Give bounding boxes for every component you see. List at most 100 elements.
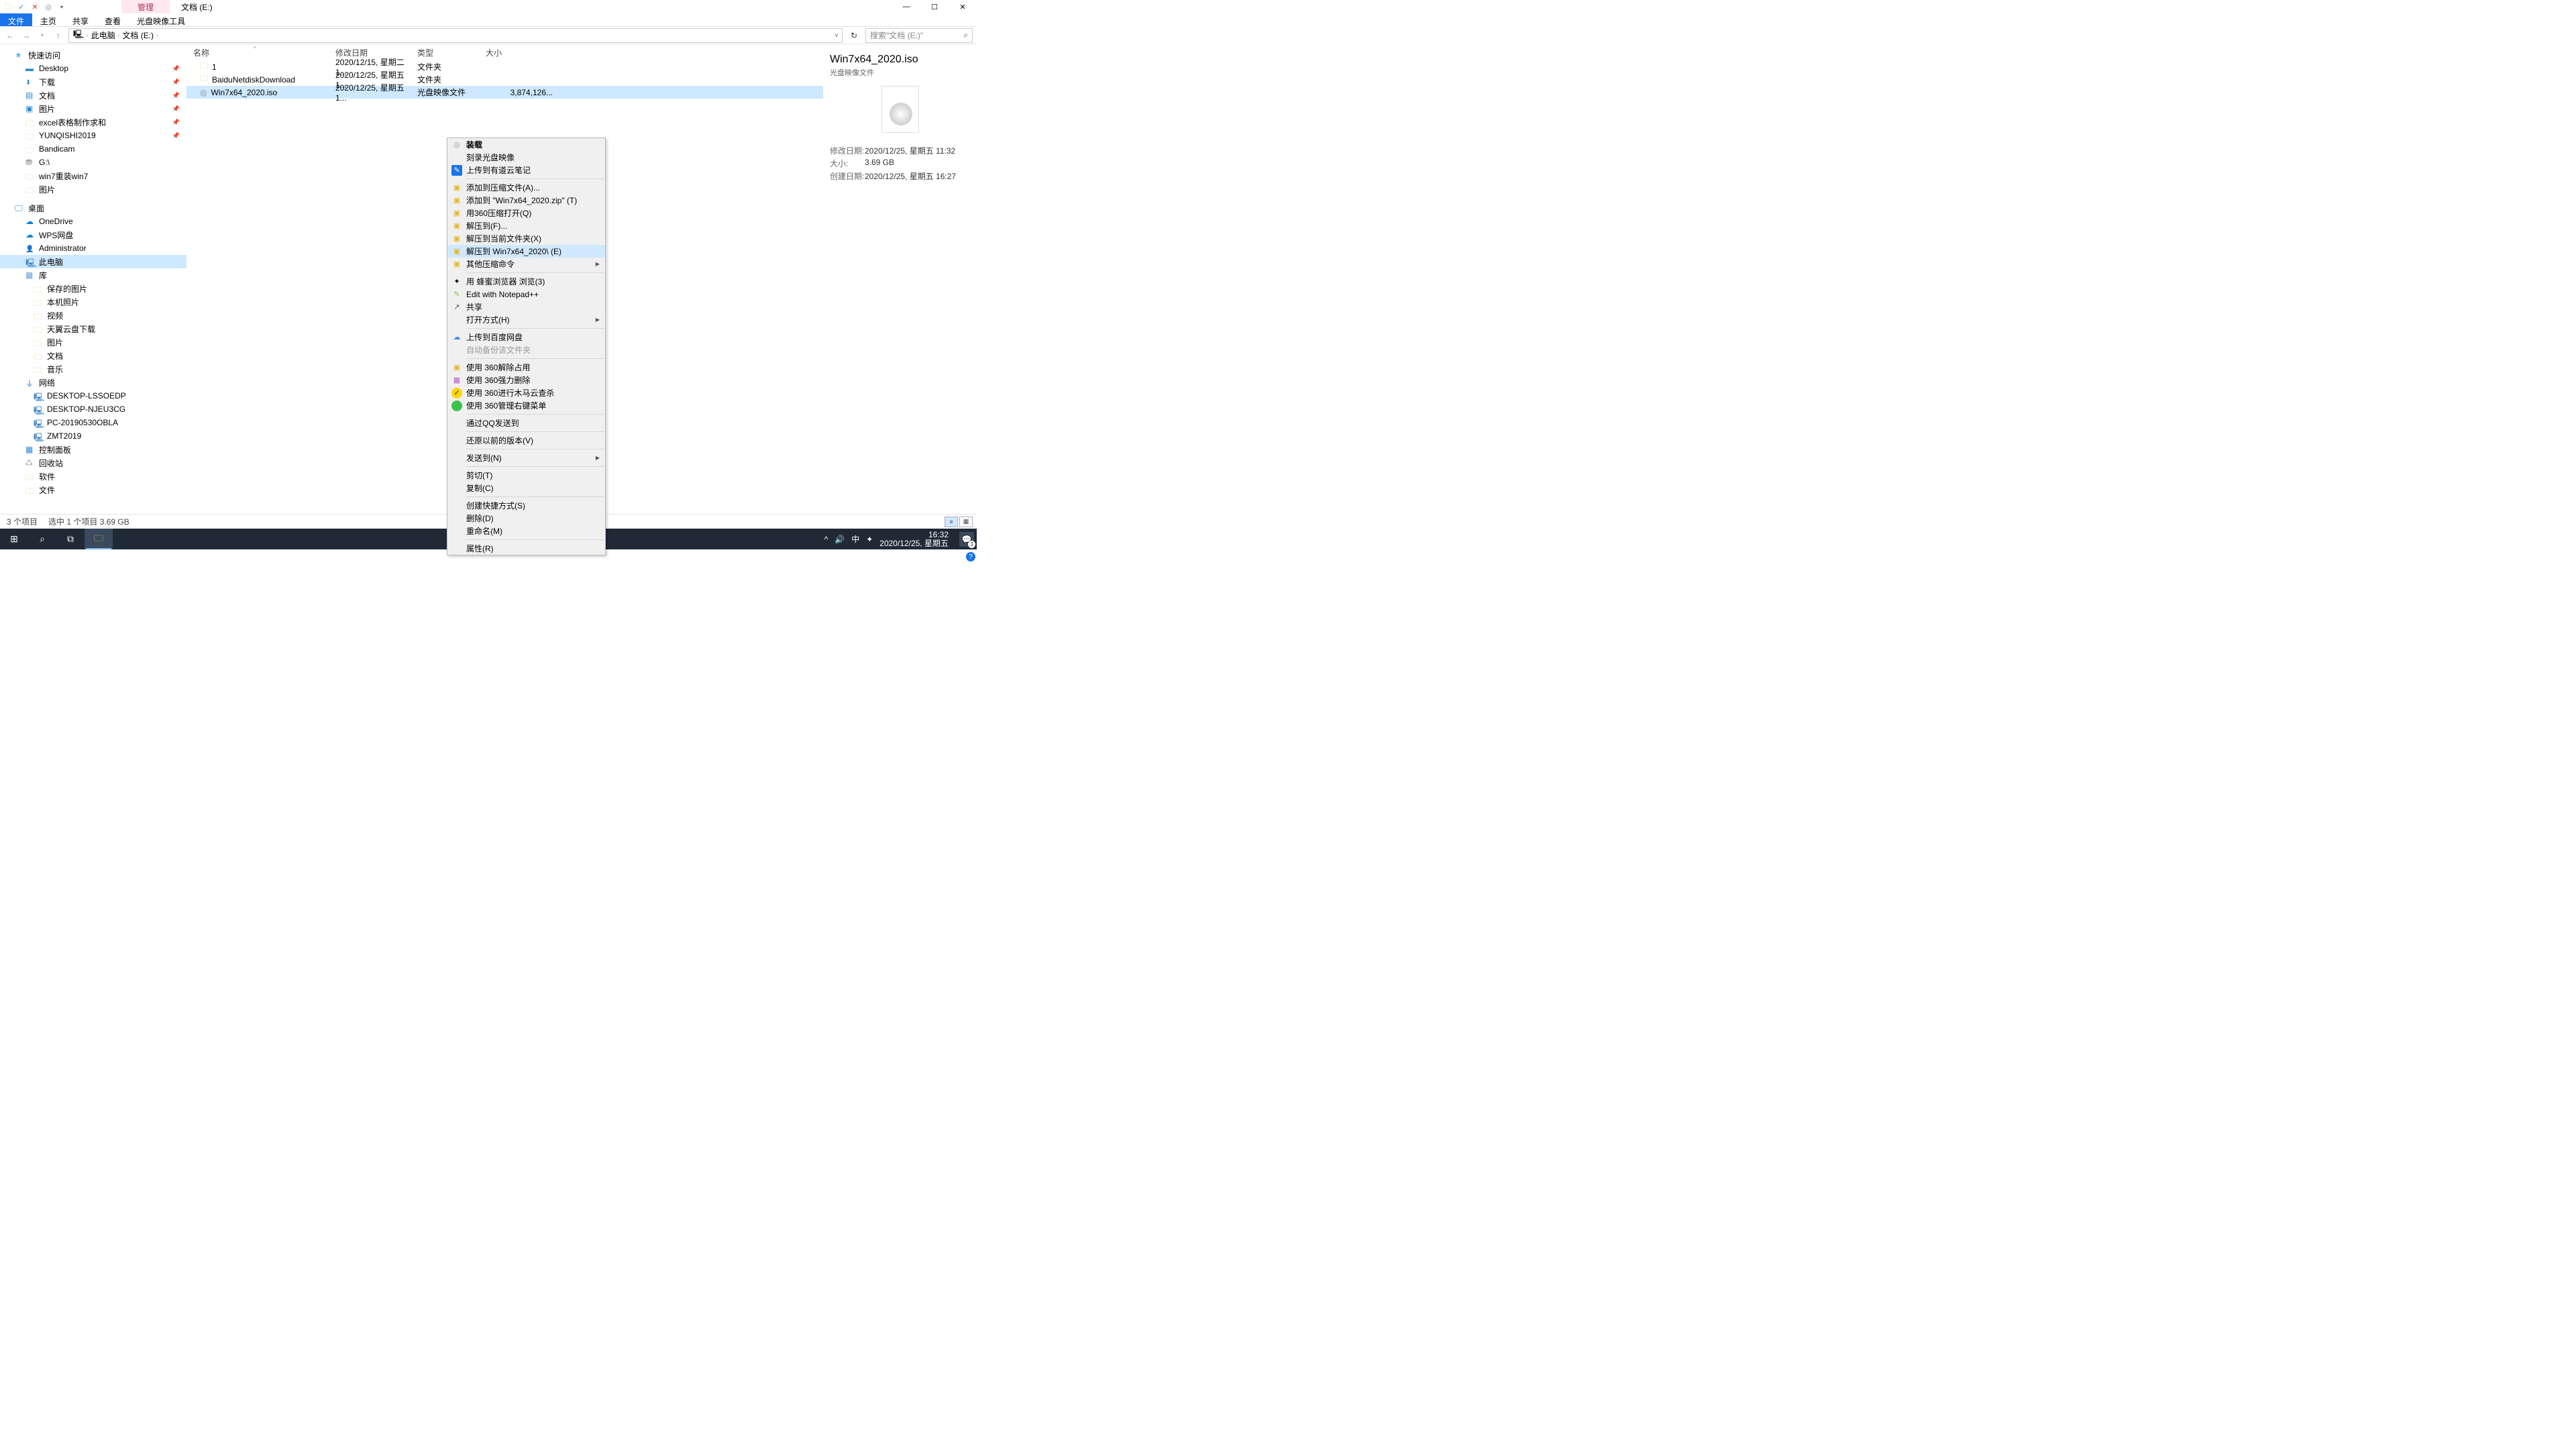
nav-item[interactable]: 天翼云盘下载 bbox=[0, 322, 186, 335]
tray-volume-icon[interactable]: 🔊 bbox=[835, 535, 845, 544]
qat-dropdown-icon[interactable]: ▾ bbox=[56, 1, 67, 12]
crumb-dropdown-icon[interactable]: v bbox=[835, 32, 838, 38]
search-icon[interactable]: ⌕ bbox=[963, 30, 968, 40]
taskbar-clock[interactable]: 16:32 2020/12/25, 星期五 bbox=[879, 531, 953, 548]
context-menu-item[interactable]: ☁上传到百度网盘 bbox=[447, 331, 605, 343]
context-menu-item[interactable]: 创建快捷方式(S) bbox=[447, 499, 605, 512]
ribbon-tab-file[interactable]: 文件 bbox=[0, 13, 32, 26]
nav-forward-button[interactable]: → bbox=[20, 31, 32, 40]
qat-folder-icon[interactable]: 🗀 bbox=[3, 1, 13, 12]
crumb-this-pc[interactable]: 此电脑 bbox=[91, 30, 115, 41]
col-name[interactable]: 名称^ bbox=[186, 47, 335, 58]
nav-item[interactable]: G:\ bbox=[0, 156, 186, 169]
refresh-button[interactable]: ↻ bbox=[847, 31, 861, 40]
task-view-button[interactable]: ⧉ bbox=[56, 529, 85, 549]
nav-item[interactable]: 音乐 bbox=[0, 362, 186, 376]
nav-item[interactable]: YUNQISHI2019📌 bbox=[0, 129, 186, 142]
crumb-sep-icon[interactable]: › bbox=[118, 32, 120, 38]
tray-network-icon[interactable]: ✦ bbox=[866, 535, 873, 544]
nav-item[interactable]: 文件 bbox=[0, 483, 186, 496]
context-menu-item[interactable]: ▣用360压缩打开(Q) bbox=[447, 207, 605, 219]
context-menu-item[interactable]: 重命名(M) bbox=[447, 525, 605, 537]
nav-item[interactable]: DESKTOP-NJEU3CG bbox=[0, 402, 186, 416]
nav-item[interactable]: 控制面板 bbox=[0, 443, 186, 456]
context-menu-item[interactable]: 属性(R) bbox=[447, 542, 605, 555]
tray-ime-icon[interactable]: 中 bbox=[851, 533, 859, 545]
view-icons-button[interactable]: ▦ bbox=[959, 517, 973, 527]
view-details-button[interactable]: ≡ bbox=[945, 517, 958, 527]
nav-item[interactable]: 保存的图片 bbox=[0, 282, 186, 295]
context-menu-item[interactable]: ▣使用 360解除占用 bbox=[447, 361, 605, 374]
nav-item[interactable]: win7重装win7 bbox=[0, 169, 186, 182]
nav-history-dropdown[interactable]: ▾ bbox=[36, 32, 48, 38]
nav-item[interactable]: DESKTOP-LSSOEDP bbox=[0, 389, 186, 402]
col-size[interactable]: 大小 bbox=[486, 47, 557, 58]
taskbar-search-button[interactable]: ⌕ bbox=[28, 529, 56, 549]
ribbon-tab-share[interactable]: 共享 bbox=[64, 13, 97, 26]
nav-item[interactable]: 软件 bbox=[0, 470, 186, 483]
nav-item[interactable]: Desktop📌 bbox=[0, 62, 186, 75]
nav-item[interactable]: 图片📌 bbox=[0, 102, 186, 115]
nav-item[interactable]: ZMT2019 bbox=[0, 429, 186, 443]
qat-check-icon[interactable]: ✓ bbox=[16, 1, 27, 12]
crumb-sep-icon[interactable]: › bbox=[87, 32, 89, 38]
nav-item[interactable]: 文档📌 bbox=[0, 89, 186, 102]
context-menu-item[interactable]: ▣解压到 Win7x64_2020\ (E) bbox=[447, 245, 605, 258]
context-menu-item[interactable]: ✎上传到有道云笔记 bbox=[447, 164, 605, 176]
nav-up-button[interactable]: ↑ bbox=[52, 31, 64, 40]
context-menu-item[interactable]: ▣解压到当前文件夹(X) bbox=[447, 232, 605, 245]
nav-item[interactable]: 回收站 bbox=[0, 456, 186, 470]
context-menu-item[interactable]: 还原以前的版本(V) bbox=[447, 434, 605, 447]
context-menu-item[interactable]: ▣添加到 "Win7x64_2020.zip" (T) bbox=[447, 194, 605, 207]
context-menu-item[interactable]: ▣解压到(F)... bbox=[447, 219, 605, 232]
help-icon[interactable]: ? bbox=[966, 552, 975, 561]
col-type[interactable]: 类型 bbox=[417, 47, 486, 58]
context-menu-item[interactable]: 通过QQ发送到 bbox=[447, 417, 605, 429]
tray-overflow-icon[interactable]: ^ bbox=[824, 535, 828, 544]
nav-item[interactable]: Bandicam bbox=[0, 142, 186, 156]
context-menu-item[interactable]: 发送到(N)▶ bbox=[447, 451, 605, 464]
crumb-sep-icon[interactable]: › bbox=[156, 32, 158, 38]
crumb-drive[interactable]: 文档 (E:) bbox=[122, 30, 154, 41]
nav-item[interactable]: 快速访问 bbox=[0, 48, 186, 62]
file-row[interactable]: 🗀12020/12/15, 星期二 1...文件夹 bbox=[186, 60, 823, 73]
context-menu-item[interactable]: 使用 360管理右键菜单 bbox=[447, 399, 605, 412]
context-menu-item[interactable]: 打开方式(H)▶ bbox=[447, 313, 605, 326]
close-button[interactable]: ✕ bbox=[949, 0, 977, 13]
nav-item[interactable]: 桌面 bbox=[0, 201, 186, 215]
minimize-button[interactable]: — bbox=[892, 0, 920, 13]
nav-item[interactable]: 此电脑 bbox=[0, 255, 186, 268]
start-button[interactable]: ⊞ bbox=[0, 529, 28, 549]
context-menu-item[interactable]: ✓使用 360进行木马云查杀 bbox=[447, 386, 605, 399]
context-menu-item[interactable]: ▣添加到压缩文件(A)... bbox=[447, 181, 605, 194]
nav-back-button[interactable]: ← bbox=[4, 31, 16, 40]
ribbon-tab-view[interactable]: 查看 bbox=[97, 13, 129, 26]
context-menu-item[interactable]: ◎装载 bbox=[447, 138, 605, 151]
breadcrumb[interactable]: 🖳 › 此电脑 › 文档 (E:) › v bbox=[68, 28, 843, 43]
context-menu-item[interactable]: 删除(D) bbox=[447, 512, 605, 525]
context-menu-item[interactable]: ↗共享 bbox=[447, 301, 605, 313]
context-menu-item[interactable]: ▣其他压缩命令▶ bbox=[447, 258, 605, 270]
nav-item[interactable]: 图片 bbox=[0, 182, 186, 196]
nav-item[interactable]: excel表格制作求和📌 bbox=[0, 115, 186, 129]
nav-item[interactable]: 下载📌 bbox=[0, 75, 186, 89]
action-center-button[interactable]: 💬 3 bbox=[959, 532, 974, 547]
nav-item[interactable]: Administrator bbox=[0, 241, 186, 255]
maximize-button[interactable]: ☐ bbox=[920, 0, 949, 13]
context-menu-item[interactable]: ✦用 蜂蜜浏览器 浏览(3) bbox=[447, 275, 605, 288]
context-menu-item[interactable]: ▦使用 360强力删除 bbox=[447, 374, 605, 386]
ribbon-tab-disc-tools[interactable]: 光盘映像工具 bbox=[129, 13, 193, 26]
nav-item[interactable]: 图片 bbox=[0, 335, 186, 349]
nav-item[interactable]: 网络 bbox=[0, 376, 186, 389]
qat-mount-icon[interactable]: ◎ bbox=[43, 1, 54, 12]
nav-item[interactable]: 文档 bbox=[0, 349, 186, 362]
context-menu-item[interactable]: 复制(C) bbox=[447, 482, 605, 494]
nav-item[interactable]: OneDrive bbox=[0, 215, 186, 228]
qat-close-icon[interactable]: ✕ bbox=[30, 1, 40, 12]
context-menu-item[interactable]: 刻录光盘映像 bbox=[447, 151, 605, 164]
nav-item[interactable]: 库 bbox=[0, 268, 186, 282]
ribbon-tab-home[interactable]: 主页 bbox=[32, 13, 64, 26]
nav-item[interactable]: PC-20190530OBLA bbox=[0, 416, 186, 429]
search-input[interactable]: 搜索"文档 (E:)" ⌕ bbox=[865, 28, 973, 43]
file-row[interactable]: ◎Win7x64_2020.iso2020/12/25, 星期五 1...光盘映… bbox=[186, 86, 823, 99]
